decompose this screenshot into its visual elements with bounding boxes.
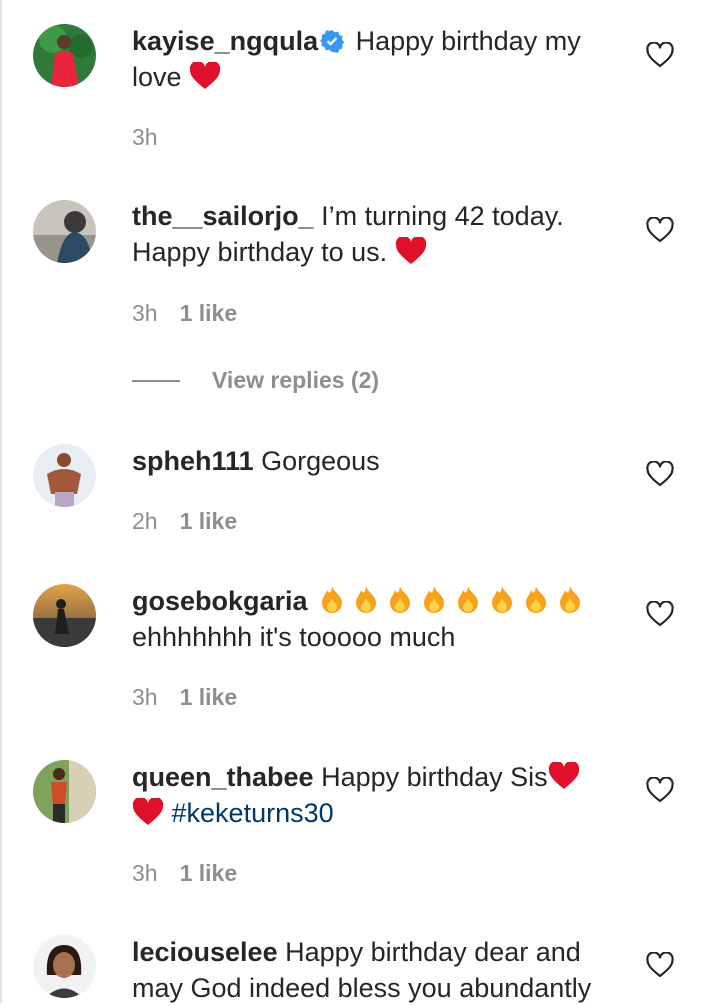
- comment-text-block: kayise_ngqula Happy birthday my love: [132, 23, 610, 95]
- comment-meta: 3h 1 like: [132, 299, 237, 327]
- red-heart-emoji: [395, 237, 426, 264]
- comment-timestamp: 3h: [132, 124, 158, 150]
- comment-likes[interactable]: 1 like: [180, 860, 238, 886]
- comment-text-block: spheh111 Gorgeous: [132, 443, 610, 479]
- red-heart-emoji: [548, 762, 579, 789]
- like-heart-icon[interactable]: [646, 461, 674, 487]
- avatar[interactable]: [33, 444, 96, 507]
- comment-timestamp: 3h: [132, 300, 158, 326]
- comment-meta: 2h 1 like: [132, 507, 237, 535]
- verified-badge-icon: [320, 30, 345, 53]
- comment-text-block: the__sailorjo_ I’m turning 42 today. Hap…: [132, 198, 610, 270]
- comment-body: Gorgeous: [253, 446, 380, 476]
- like-heart-icon[interactable]: [646, 777, 674, 803]
- view-replies-line: [132, 380, 180, 382]
- comment-timestamp: 2h: [132, 508, 158, 534]
- hashtag-link[interactable]: #keketurns30: [172, 798, 334, 828]
- comment-username[interactable]: kayise_ngqula: [132, 26, 318, 56]
- view-replies-label[interactable]: View replies (2): [212, 366, 379, 394]
- fire-emoji: [322, 586, 343, 613]
- comment-meta: 3h: [132, 123, 158, 151]
- comment-username[interactable]: gosebokgaria: [132, 586, 308, 616]
- comment-timestamp: 3h: [132, 860, 158, 886]
- fire-emoji: [356, 586, 377, 613]
- comment-username[interactable]: spheh111: [132, 446, 254, 476]
- avatar[interactable]: [33, 760, 96, 823]
- fire-emoji: [492, 586, 513, 613]
- fire-emoji: [390, 586, 411, 613]
- red-heart-emoji: [189, 62, 221, 89]
- left-edge-divider: [0, 0, 2, 1003]
- comment-username[interactable]: leciouselee: [132, 937, 278, 967]
- comment-likes[interactable]: 1 like: [180, 508, 238, 534]
- red-heart-emoji: [132, 798, 164, 825]
- comment-text-block: leciouselee Happy birthday dear and may …: [132, 934, 610, 1006]
- comment-meta: 3h 1 like: [132, 683, 237, 711]
- comment-body: Happy birthday Sis: [313, 762, 548, 792]
- fire-emoji: [560, 586, 581, 613]
- avatar[interactable]: [33, 584, 96, 647]
- comment-body-line2: ehhhhhhh it's tooooo much: [132, 622, 456, 652]
- comment-username[interactable]: the__sailorjo_: [132, 201, 314, 231]
- comment-meta: 3h 1 like: [132, 859, 237, 887]
- fire-emoji: [458, 586, 479, 613]
- like-heart-icon[interactable]: [646, 952, 674, 978]
- comment-text-block: gosebokgaria ehhhhhhh it's tooooo much: [132, 583, 610, 655]
- like-heart-icon[interactable]: [646, 217, 674, 243]
- like-heart-icon[interactable]: [646, 601, 674, 627]
- comment-text-block: queen_thabee Happy birthday Sis #keketur…: [132, 759, 610, 831]
- avatar[interactable]: [33, 935, 96, 998]
- like-heart-icon[interactable]: [646, 42, 674, 68]
- avatar[interactable]: [33, 24, 96, 87]
- fire-emoji: [424, 586, 445, 613]
- comment-body: [308, 586, 316, 616]
- fire-emoji-row: [315, 586, 587, 616]
- avatar[interactable]: [33, 200, 96, 263]
- comment-likes[interactable]: 1 like: [180, 300, 238, 326]
- comment-likes[interactable]: 1 like: [180, 684, 238, 710]
- comment-timestamp: 3h: [132, 684, 158, 710]
- comment-username[interactable]: queen_thabee: [132, 762, 314, 792]
- fire-emoji: [526, 586, 547, 613]
